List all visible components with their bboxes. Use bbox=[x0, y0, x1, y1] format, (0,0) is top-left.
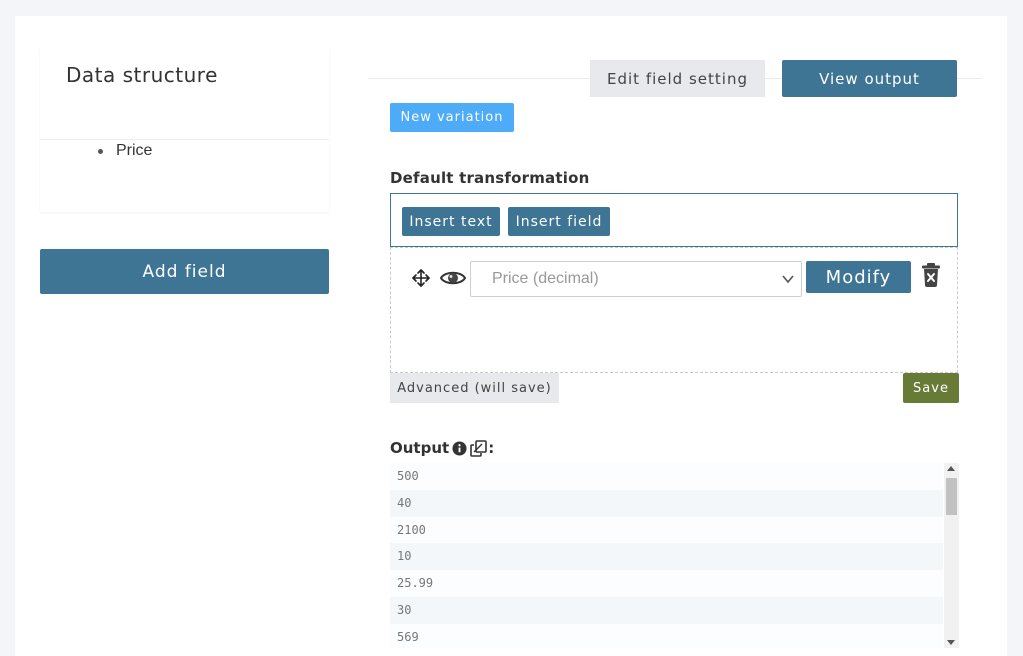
tab-view-output[interactable]: View output bbox=[782, 60, 957, 97]
output-row: 500 bbox=[390, 463, 943, 490]
output-label-text: Output bbox=[390, 439, 450, 457]
transformation-area: Price (decimal) Modify bbox=[390, 247, 958, 373]
card-divider bbox=[40, 139, 329, 140]
data-structure-title: Data structure bbox=[66, 63, 218, 87]
output-row: 2100 bbox=[390, 516, 943, 544]
field-select-value: Price (decimal) bbox=[492, 270, 599, 287]
field-select[interactable]: Price (decimal) bbox=[470, 261, 802, 297]
new-variation-button[interactable]: New variation bbox=[390, 103, 514, 132]
advanced-button[interactable]: Advanced (will save) bbox=[390, 373, 559, 403]
copy-icon[interactable] bbox=[470, 439, 488, 457]
tab-edit-field-setting[interactable]: Edit field setting bbox=[590, 60, 765, 97]
insert-toolbar: Insert text Insert field bbox=[390, 193, 958, 247]
trash-icon[interactable] bbox=[921, 263, 941, 287]
output-row: 25.99 bbox=[390, 570, 943, 597]
modify-button[interactable]: Modify bbox=[806, 261, 911, 293]
output-row: 569 bbox=[390, 623, 943, 648]
output-box[interactable]: 500 40 2100 10 25.99 30 569 bbox=[390, 463, 959, 648]
output-label-suffix: : bbox=[488, 439, 495, 457]
default-transformation-label: Default transformation bbox=[390, 169, 590, 187]
output-row: 40 bbox=[390, 489, 943, 517]
insert-text-button[interactable]: Insert text bbox=[402, 207, 500, 236]
insert-field-button[interactable]: Insert field bbox=[508, 207, 610, 236]
page-container: Price Data structure Add field Edit fiel… bbox=[15, 16, 1007, 656]
add-field-button[interactable]: Add field bbox=[40, 249, 329, 294]
scroll-thumb[interactable] bbox=[946, 478, 957, 515]
scroll-down-arrow-icon[interactable] bbox=[947, 640, 955, 645]
scroll-up-arrow-icon[interactable] bbox=[947, 466, 955, 471]
eye-icon[interactable] bbox=[440, 269, 466, 287]
save-button[interactable]: Save bbox=[903, 373, 959, 403]
output-row: 30 bbox=[390, 596, 943, 624]
move-icon[interactable] bbox=[411, 268, 431, 288]
output-row: 10 bbox=[390, 543, 943, 571]
chevron-down-icon bbox=[782, 275, 794, 284]
output-label: Output : bbox=[390, 439, 494, 457]
info-icon[interactable] bbox=[452, 440, 467, 456]
output-list: 500 40 2100 10 25.99 30 569 bbox=[390, 463, 943, 648]
output-scrollbar[interactable] bbox=[944, 463, 959, 648]
list-item[interactable]: Price bbox=[98, 142, 152, 160]
data-structure-list: Price bbox=[98, 142, 152, 160]
